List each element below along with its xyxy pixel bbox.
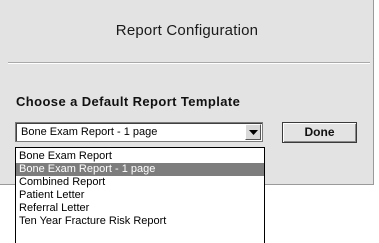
list-item[interactable]: Ten Year Fracture Risk Report <box>16 215 264 228</box>
list-item[interactable]: Bone Exam Report - 1 page <box>16 163 264 176</box>
done-button[interactable]: Done <box>282 122 357 143</box>
template-label: Choose a Default Report Template <box>16 94 241 109</box>
report-template-dropdown-list[interactable]: Bone Exam Report Bone Exam Report - 1 pa… <box>15 147 265 243</box>
chevron-down-icon <box>249 130 258 135</box>
dropdown-arrow-button[interactable] <box>245 124 261 140</box>
list-item[interactable]: Referral Letter <box>16 202 264 215</box>
title-divider <box>8 62 370 64</box>
report-template-select[interactable]: Bone Exam Report - 1 page <box>15 122 263 142</box>
list-item[interactable]: Patient Letter <box>16 189 264 202</box>
dialog-title: Report Configuration <box>115 22 259 39</box>
list-item[interactable]: Bone Exam Report <box>16 150 264 163</box>
report-template-select-value: Bone Exam Report - 1 page <box>21 126 158 138</box>
list-item[interactable]: Combined Report <box>16 176 264 189</box>
